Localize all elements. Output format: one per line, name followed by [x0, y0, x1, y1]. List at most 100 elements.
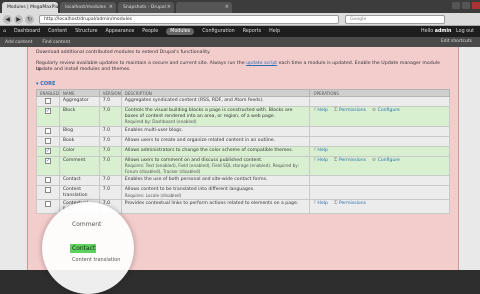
- browser-tab-label: Snapshots - Drupal: [123, 5, 166, 10]
- close-tab-icon[interactable]: ×: [167, 2, 171, 13]
- module-name: Comment: [58, 155, 100, 176]
- browser-tab-bar: Modules | MegaMaxPlanet LLC×localhost/mo…: [0, 0, 480, 13]
- back-arrow-icon[interactable]: ◀: [3, 14, 12, 24]
- module-description-cell: Provides contextual links to perform act…: [120, 199, 311, 214]
- column-header: ENABLED: [36, 89, 60, 97]
- module-enabled-checkbox[interactable]: [44, 127, 51, 134]
- module-dependencies: Required by: Dashboard (enabled): [124, 119, 197, 124]
- magnified-translation-label: Content translation: [72, 257, 121, 263]
- module-enabled-checkbox[interactable]: [44, 177, 51, 183]
- close-window-button[interactable]: [472, 2, 480, 9]
- logout-link[interactable]: Log out: [456, 29, 474, 34]
- permissions-label: Permissions: [338, 201, 367, 206]
- browser-tab[interactable]: ×: [176, 2, 232, 13]
- module-enabled-checkbox[interactable]: [44, 98, 51, 104]
- search-input[interactable]: Google: [345, 14, 445, 24]
- column-header: OPERATIONS: [309, 89, 450, 97]
- toolbar-item-dashboard[interactable]: Dashboard: [14, 29, 40, 34]
- intro-line-3: update and install modules and themes.: [36, 67, 131, 72]
- user-link[interactable]: admin: [435, 29, 452, 34]
- edit-shortcuts-link[interactable]: Edit shortcuts: [441, 37, 472, 47]
- permissions-link[interactable]: ⚿ Permissions: [334, 158, 366, 163]
- toolbar-item-appearance[interactable]: Appearance: [105, 29, 134, 34]
- module-dependencies: Requires: Locale (disabled): [124, 192, 182, 198]
- module-description-cell: Enables the use of both personal and sit…: [120, 175, 311, 186]
- close-tab-icon[interactable]: ×: [225, 2, 229, 13]
- permissions-label: Permissions: [338, 108, 367, 113]
- module-operations: ? Help ⚿ Permissions: [309, 199, 450, 214]
- column-header: DESCRIPTION: [120, 89, 311, 97]
- permissions-link[interactable]: ⚿ Permissions: [334, 201, 366, 206]
- module-version: 7.0: [98, 125, 122, 137]
- help-label: Help: [317, 201, 328, 206]
- browser-tab-label: Modules | MegaMaxPlanet LLC: [7, 5, 58, 10]
- toolbar-item-content[interactable]: Content: [48, 29, 67, 34]
- toolbar-item-structure[interactable]: Structure: [75, 29, 97, 34]
- permissions-link[interactable]: ⚿ Permissions: [334, 108, 366, 113]
- browser-tab[interactable]: Modules | MegaMaxPlanet LLC×: [2, 2, 58, 13]
- toolbar-item-reports[interactable]: Reports: [243, 29, 261, 34]
- browser-tab[interactable]: Snapshots - Drupal ×: [118, 2, 174, 13]
- module-enabled-checkbox[interactable]: ✓: [44, 108, 51, 114]
- module-operations: [309, 185, 450, 200]
- enabled-cell: [36, 175, 60, 186]
- address-bar: ◀ ▶ ↻ http://localhost/drupal/admin/modu…: [0, 13, 480, 26]
- configure-label: Configure: [377, 157, 400, 163]
- module-name: Content translation: [58, 185, 100, 200]
- maximize-button[interactable]: [462, 2, 470, 9]
- module-operations: ? Help ⚿ Permissions ⚙ Configure: [309, 155, 450, 176]
- help-link[interactable]: ? Help: [313, 158, 327, 163]
- module-row: Aggregator 7.0 Aggregates syndicated conte…: [36, 96, 450, 107]
- module-enabled-checkbox[interactable]: [44, 137, 51, 144]
- configure-link[interactable]: ⚙ Configure: [372, 158, 400, 163]
- toolbar-item-people[interactable]: People: [142, 29, 158, 34]
- help-link[interactable]: ? Help: [313, 148, 327, 153]
- forward-arrow-icon[interactable]: ▶: [14, 14, 23, 24]
- module-version: 7.0: [98, 155, 122, 176]
- module-version: 7.0: [98, 96, 122, 107]
- magnified-comment-label: Comment: [72, 221, 102, 228]
- help-link[interactable]: ? Help: [313, 108, 327, 113]
- module-description: Enables multi-user blogs.: [124, 127, 183, 133]
- toolbar-item-help[interactable]: Help: [269, 29, 280, 34]
- module-description-cell: Allows content to be translated into dif…: [120, 185, 311, 200]
- modules-table: ENABLED NAME VERSION DESCRIPTION OPERATIONS …: [36, 89, 450, 214]
- module-description-cell: Allows users to create and organize rela…: [120, 135, 311, 147]
- update-script-link[interactable]: update script: [246, 61, 277, 66]
- shortcut-add-content[interactable]: Add content: [5, 40, 32, 45]
- module-description-cell: Allows users to comment on and discuss p…: [120, 155, 311, 176]
- user-area: Hello admin Log out: [421, 26, 474, 37]
- toolbar-item-modules[interactable]: Modules: [166, 28, 195, 35]
- table-header-row: ENABLED NAME VERSION DESCRIPTION OPERATIONS: [36, 89, 450, 97]
- configure-link[interactable]: ⚙ Configure: [372, 108, 400, 113]
- module-row: ✓ Color 7.0 Allows administrators to change…: [36, 145, 450, 157]
- module-name: Aggregator: [58, 96, 100, 107]
- module-enabled-checkbox[interactable]: ✓: [44, 157, 51, 164]
- column-header: NAME: [58, 89, 100, 97]
- minimize-button[interactable]: [452, 2, 460, 9]
- close-tab-icon[interactable]: ×: [109, 2, 113, 13]
- module-enabled-checkbox[interactable]: ✓: [44, 147, 51, 154]
- module-description: Allows administrators to change the colo…: [124, 147, 294, 153]
- configure-label: Configure: [377, 108, 400, 113]
- magnified-contact-label: Contact: [72, 245, 96, 252]
- module-row: Blog 7.0 Enables multi-user blogs.: [36, 125, 450, 137]
- core-fieldset-toggle[interactable]: ▾ CORE: [36, 81, 55, 87]
- browser-tab[interactable]: localhost/modules ×: [60, 2, 116, 13]
- toolbar-item-configuration[interactable]: Configuration: [202, 29, 235, 34]
- reload-icon[interactable]: ↻: [25, 14, 34, 24]
- home-icon[interactable]: ⌂: [3, 29, 6, 34]
- module-enabled-checkbox[interactable]: [44, 187, 51, 193]
- enabled-cell: ✓: [36, 155, 60, 176]
- enabled-cell: [36, 96, 60, 107]
- shortcut-find-content[interactable]: Find content: [42, 40, 70, 45]
- module-operations: [309, 135, 450, 147]
- module-description-cell: Controls the visual building blocks a pa…: [120, 106, 311, 127]
- module-enabled-checkbox[interactable]: [44, 201, 51, 207]
- admin-toolbar: ⌂ Dashboard Content Structure Appearance Peo…: [0, 26, 480, 37]
- module-description: Aggregates syndicated content (RSS, RDF,…: [124, 98, 264, 103]
- enabled-cell: [36, 135, 60, 147]
- module-version: 7.0: [98, 135, 122, 147]
- help-link[interactable]: ? Help: [313, 201, 327, 206]
- url-input[interactable]: http://localhost/drupal/admin/modules: [39, 14, 339, 24]
